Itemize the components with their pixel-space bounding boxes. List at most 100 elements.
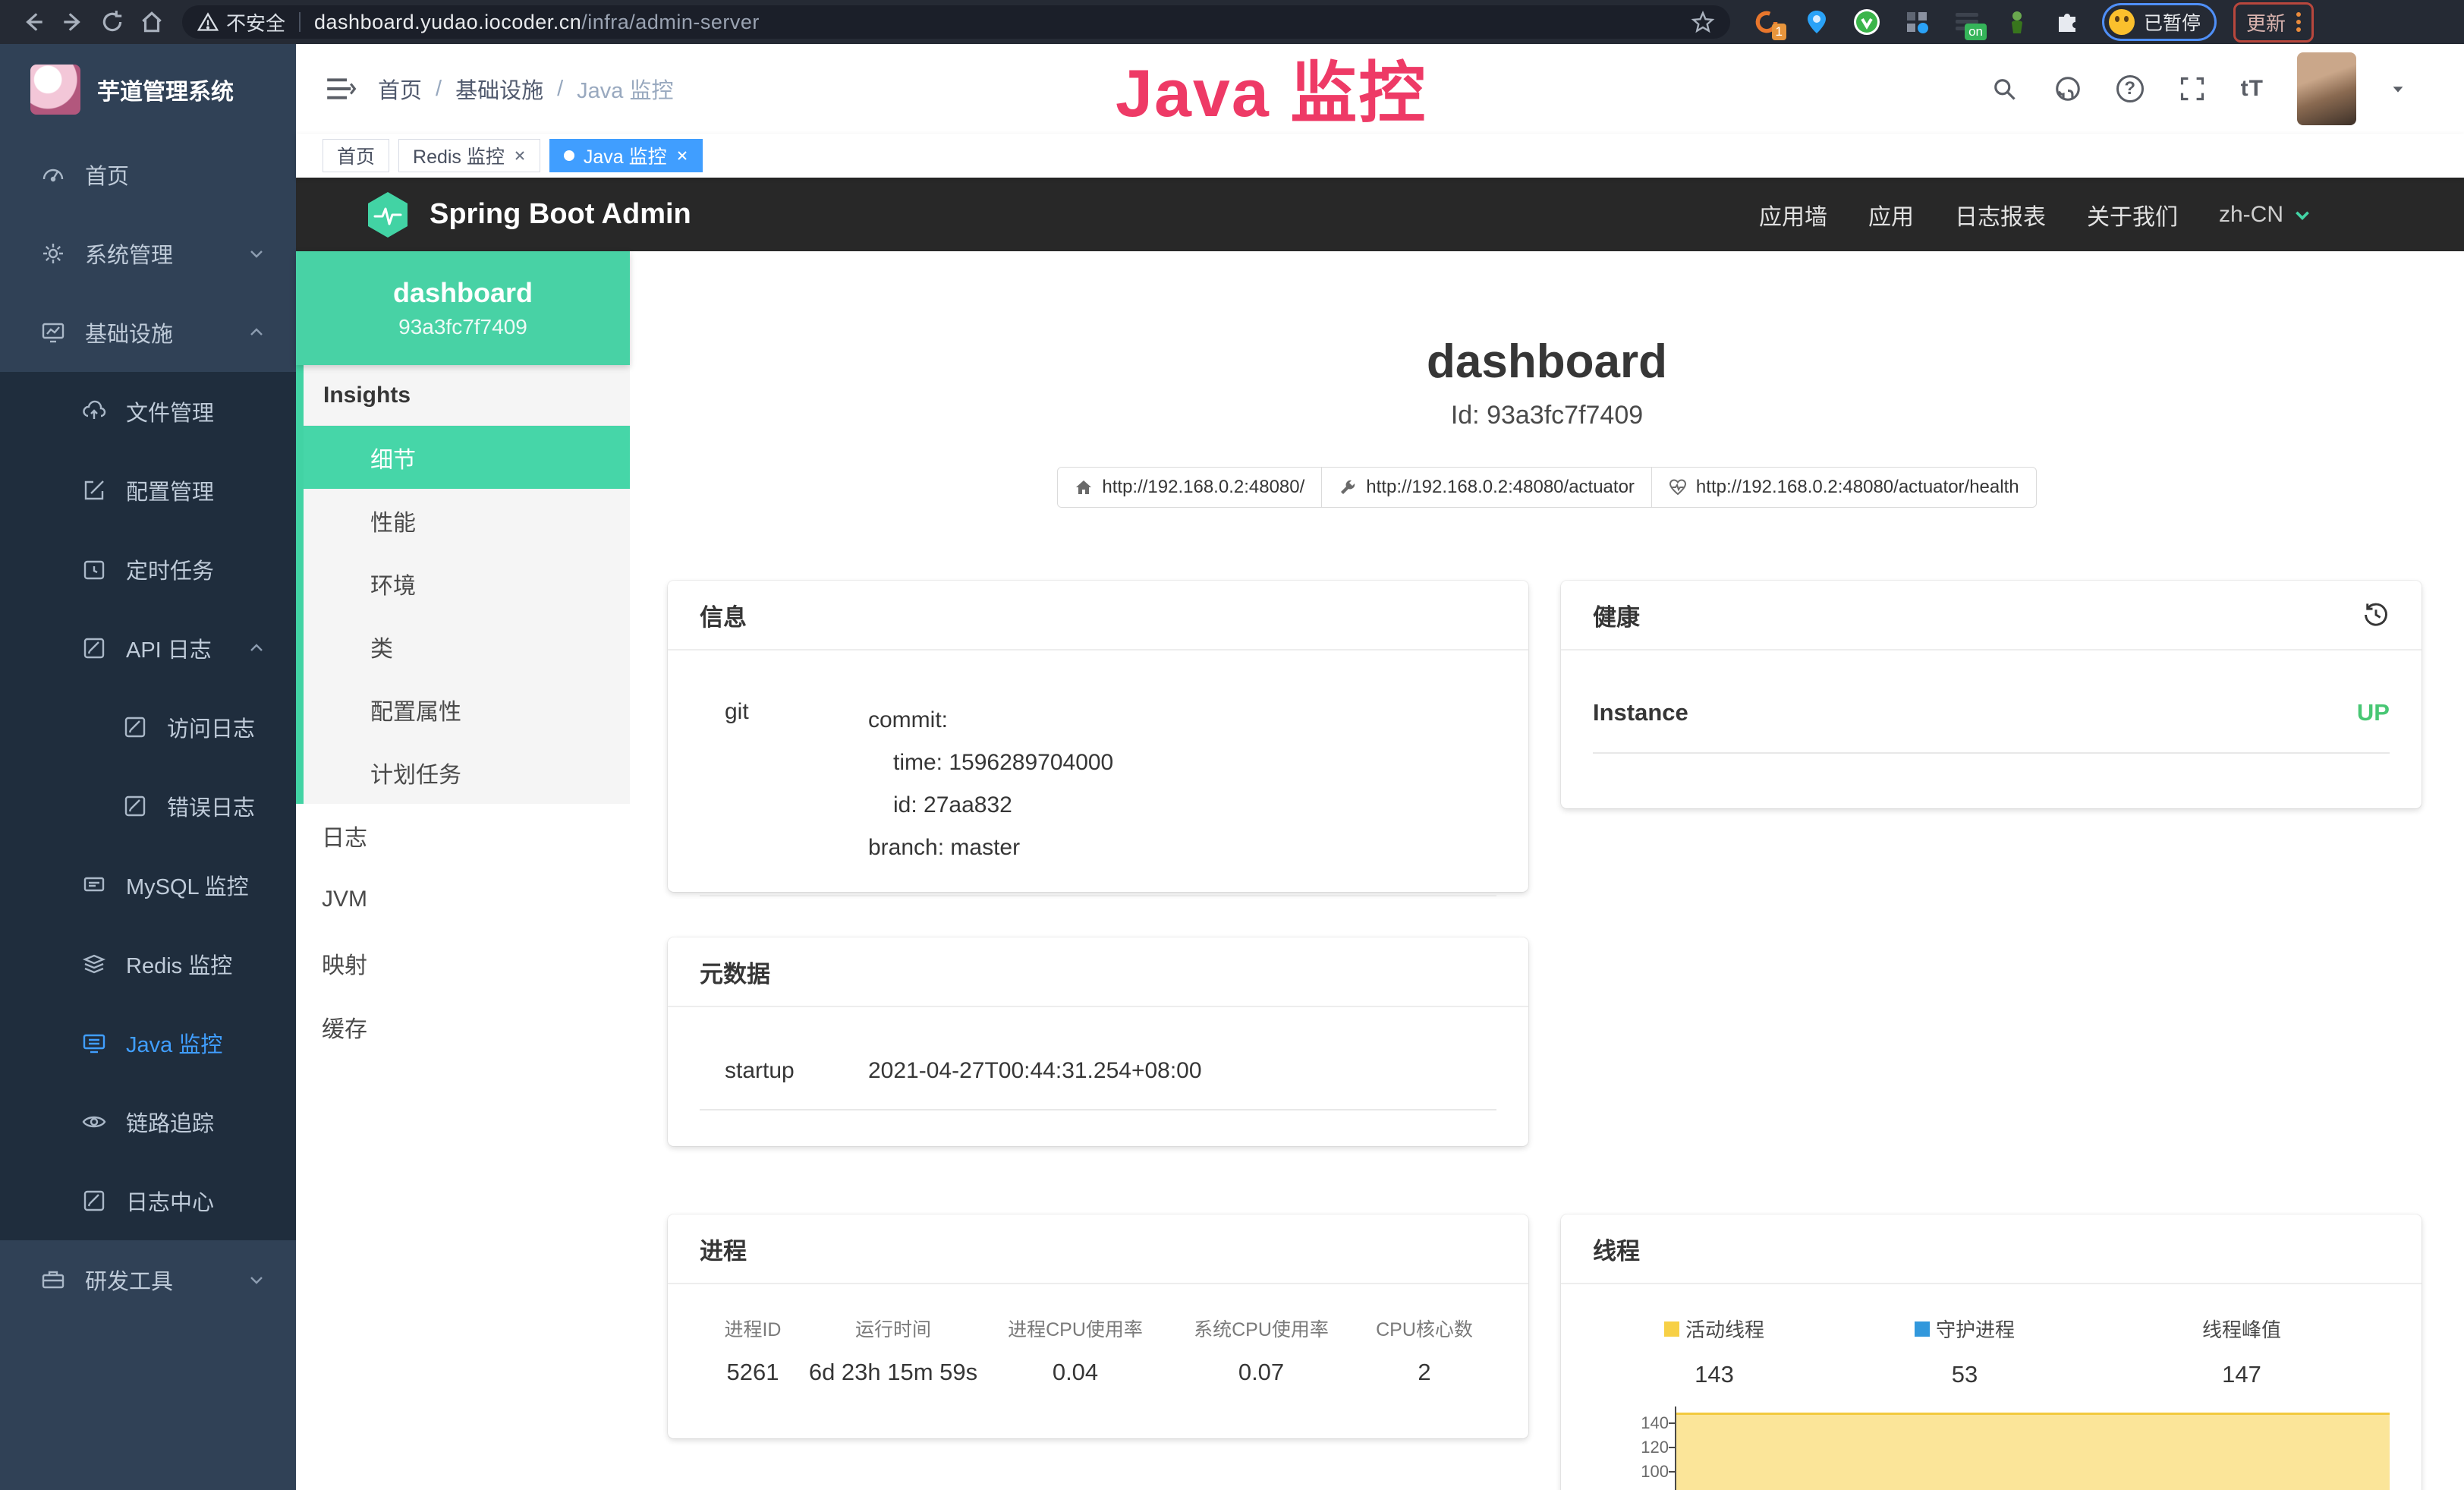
not-secure-warning-icon: [197, 11, 219, 33]
sba-item-configprops[interactable]: 配置属性: [304, 678, 630, 741]
sba-brand[interactable]: Spring Boot Admin: [366, 191, 691, 239]
fullscreen-icon[interactable]: [2177, 74, 2208, 104]
browser-profile-button[interactable]: 已暂停: [2102, 3, 2217, 41]
extension-orange-icon[interactable]: 1: [1751, 7, 1782, 37]
sidebar-item-label: Java 监控: [126, 1027, 222, 1059]
browser-back-button[interactable]: [14, 5, 53, 39]
service-url-actuator-button[interactable]: http://192.168.0.2:48080/actuator: [1321, 467, 1652, 508]
sidebar-item-label: MySQL 监控: [126, 869, 249, 901]
profile-avatar-emoji: [2109, 9, 2135, 35]
font-size-icon[interactable]: tT: [2241, 76, 2264, 102]
process-col-header: 运行时间: [806, 1315, 980, 1342]
locale-label: zh-CN: [2219, 202, 2283, 228]
avatar-caret-down-icon[interactable]: [2390, 80, 2406, 97]
github-icon[interactable]: [2053, 74, 2083, 104]
sba-item-scheduled-tasks[interactable]: 计划任务: [304, 741, 630, 804]
sba-nav-applications[interactable]: 应用: [1868, 198, 1914, 232]
metadata-card: 元数据 startup 2021-04-27T00:44:31.254+08:0…: [668, 937, 1528, 1146]
sidebar-item-error-log[interactable]: 错误日志: [0, 767, 296, 846]
sidebar-item-infrastructure[interactable]: 基础设施: [0, 293, 296, 372]
extension-leaf-icon[interactable]: [2002, 7, 2032, 37]
breadcrumb-section[interactable]: 基础设施: [455, 73, 543, 105]
sba-item-metrics[interactable]: 性能: [304, 489, 630, 552]
extension-grid-icon[interactable]: [1902, 7, 1932, 37]
sba-locale-select[interactable]: zh-CN: [2219, 202, 2312, 228]
health-row-label: Instance: [1593, 699, 1688, 726]
sba-selected-application[interactable]: dashboard 93a3fc7f7409: [296, 251, 630, 365]
close-icon[interactable]: [676, 150, 688, 162]
process-card: 进程 进程ID5261 运行时间6d 23h 15m 59s 进程CPU使用率0…: [668, 1214, 1528, 1438]
chevron-up-icon: [247, 323, 266, 342]
extension-green-circle-icon[interactable]: [1852, 7, 1882, 37]
reload-icon: [99, 9, 125, 35]
sba-item-caches[interactable]: 缓存: [296, 995, 630, 1059]
sidebar-item-home[interactable]: 首页: [0, 135, 296, 214]
help-icon[interactable]: ?: [2116, 75, 2144, 102]
sidebar-item-label: 首页: [85, 159, 129, 191]
browser-menu-icon[interactable]: [2296, 12, 2301, 32]
threads-card: 线程 活动线程 143 守护进程 53: [1561, 1214, 2422, 1490]
extension-puzzle-icon[interactable]: [2052, 7, 2082, 37]
sidebar-item-java-monitor[interactable]: Java 监控: [0, 1003, 296, 1082]
legend-value-live: 143: [1593, 1361, 1836, 1388]
hamburger-menu-icon[interactable]: [323, 72, 357, 106]
sba-item-jvm[interactable]: JVM: [296, 868, 630, 931]
sidebar-item-access-log[interactable]: 访问日志: [0, 688, 296, 767]
search-icon[interactable]: [1989, 74, 2019, 104]
user-avatar[interactable]: [2297, 52, 2356, 125]
service-url-health-button[interactable]: http://192.168.0.2:48080/actuator/health: [1651, 467, 2037, 508]
sidebar-item-mysql-monitor[interactable]: MySQL 监控: [0, 846, 296, 925]
legend-value-peak: 147: [2094, 1361, 2390, 1388]
sba-item-logs[interactable]: 日志: [296, 804, 630, 868]
bookmark-star-icon[interactable]: [1691, 10, 1715, 34]
sidebar-item-config-management[interactable]: 配置管理: [0, 451, 296, 530]
sidebar-item-log-center[interactable]: 日志中心: [0, 1161, 296, 1240]
sba-item-environment[interactable]: 环境: [304, 552, 630, 615]
browser-forward-button[interactable]: [53, 5, 93, 39]
health-history-icon[interactable]: [2362, 601, 2390, 628]
browser-address-bar[interactable]: 不安全 dashboard.yudao.iocoder.cn/infra/adm…: [182, 5, 1730, 39]
y-axis-tick: 120: [1641, 1438, 1669, 1457]
sba-item-details[interactable]: 细节: [304, 426, 630, 489]
legend-label-peak: 线程峰值: [2202, 1315, 2281, 1343]
tag-home[interactable]: 首页: [323, 139, 389, 172]
sidebar-item-system[interactable]: 系统管理: [0, 214, 296, 293]
sidebar-item-scheduled-jobs[interactable]: 定时任务: [0, 530, 296, 609]
service-url-home-button[interactable]: http://192.168.0.2:48080/: [1057, 467, 1322, 508]
log-edit-icon: [82, 1189, 106, 1213]
sidebar-item-file-management[interactable]: 文件管理: [0, 372, 296, 451]
service-url-label: http://192.168.0.2:48080/actuator/health: [1696, 477, 2019, 498]
chevron-down-icon: [2292, 205, 2312, 225]
close-icon[interactable]: [514, 150, 526, 162]
browser-home-button[interactable]: [132, 5, 172, 39]
process-col-value: 0.07: [1170, 1359, 1352, 1386]
sba-nav-wallboard[interactable]: 应用墙: [1759, 198, 1827, 232]
profile-label: 已暂停: [2144, 8, 2201, 36]
sba-nav-about[interactable]: 关于我们: [2087, 198, 2178, 232]
sidebar-logo-row[interactable]: 芋道管理系统: [0, 44, 296, 135]
browser-update-button[interactable]: 更新: [2233, 2, 2314, 43]
sidebar-item-trace[interactable]: 链路追踪: [0, 1082, 296, 1161]
active-threads-area: [1676, 1413, 2390, 1490]
breadcrumb-home[interactable]: 首页: [378, 73, 422, 105]
tag-label: Java 监控: [584, 142, 667, 169]
application-title: dashboard: [630, 335, 2464, 389]
extension-list-icon[interactable]: on: [1952, 7, 1982, 37]
info-row-value: commit: time: 1596289704000 id: 27aa832 …: [868, 699, 1113, 869]
tag-java-monitor[interactable]: Java 监控: [549, 139, 703, 172]
active-tag-dot: [564, 150, 574, 161]
sidebar-item-api-log[interactable]: API 日志: [0, 609, 296, 688]
sidebar-item-label: Redis 监控: [126, 948, 232, 980]
sba-nav-journal[interactable]: 日志报表: [1955, 198, 2046, 232]
legend-value-daemon: 53: [1836, 1361, 2094, 1388]
sidebar-item-devtools[interactable]: 研发工具: [0, 1240, 296, 1319]
extension-pin-icon[interactable]: [1802, 7, 1832, 37]
sba-item-mappings[interactable]: 映射: [296, 931, 630, 995]
tag-redis-monitor[interactable]: Redis 监控: [398, 139, 540, 172]
sba-item-classes[interactable]: 类: [304, 615, 630, 678]
browser-reload-button[interactable]: [93, 5, 132, 39]
legend-swatch-daemon: [1915, 1321, 1930, 1337]
metadata-startup-row: startup 2021-04-27T00:44:31.254+08:00: [700, 1007, 1496, 1110]
sidebar-item-redis-monitor[interactable]: Redis 监控: [0, 925, 296, 1003]
dashboard-gauge-icon: [41, 162, 65, 187]
